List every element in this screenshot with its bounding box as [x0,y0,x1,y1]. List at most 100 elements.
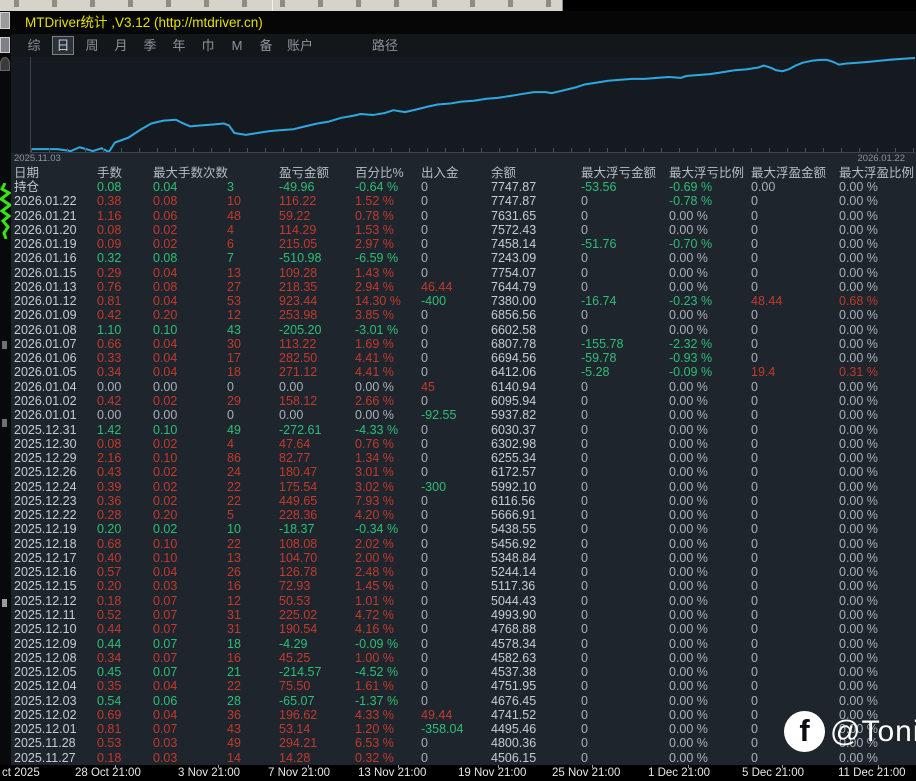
table-cell: 6412.06 [491,365,581,379]
table-cell: 0.00 % [669,579,751,593]
table-row[interactable]: 2025.12.030.540.0628-65.07-1.37 %04676.4… [11,694,916,708]
table-cell: -6.59 % [355,251,421,265]
table-cell: 1.10 [97,323,153,337]
table-cell: 82.77 [279,451,355,465]
table-row[interactable]: 2026.01.020.420.0229158.122.66 %06095.94… [11,394,916,408]
table-cell: 7.93 % [355,494,421,508]
toolbar-button-季[interactable]: 季 [140,37,160,54]
table-row[interactable]: 2025.12.050.450.0721-214.57-4.52 %04537.… [11,665,916,679]
table-cell: 0.10 [153,423,227,437]
table-row[interactable]: 2025.11.270.180.031414.280.32 %04506.150… [11,751,916,765]
table-row[interactable]: 2025.12.120.180.071250.531.01 %05044.430… [11,594,916,608]
table-cell: 0 [581,394,669,408]
table-cell: 0.00 % [355,408,421,422]
table-cell: -3.01 % [355,323,421,337]
table-row[interactable]: 2026.01.220.380.0810116.221.52 %07747.87… [11,194,916,208]
table-cell: 108.08 [279,537,355,551]
table-cell: 0.00 % [669,266,751,280]
table-cell: 2025.12.11 [11,608,97,622]
toolbar-button-path[interactable]: 路径 [370,37,400,54]
toolbar-button-日[interactable]: 日 [53,37,73,54]
table-row[interactable]: 2025.12.160.570.0426126.782.48 %05244.14… [11,565,916,579]
table-row[interactable]: 2025.11.280.530.0349294.216.53 %04800.36… [11,736,916,750]
table-row[interactable]: 2025.12.300.080.02447.640.76 %06302.9800… [11,437,916,451]
table-row[interactable]: 持仓0.080.043-49.96-0.64 %07747.87-53.56-0… [11,180,916,194]
table-cell: 43 [227,722,279,736]
table-row[interactable]: 2025.12.090.440.0718-4.29-0.09 %04578.34… [11,637,916,651]
table-row[interactable]: 2025.12.100.440.0731190.544.16 %04768.88… [11,622,916,636]
table-row[interactable]: 2025.12.040.350.042275.501.61 %04751.950… [11,679,916,693]
toolbar-button-综[interactable]: 综 [24,37,44,54]
table-cell: -92.55 [421,408,491,422]
table-row[interactable]: 2025.12.110.520.0731225.024.72 %04993.90… [11,608,916,622]
table-row[interactable]: 2026.01.120.810.0453923.4414.30 %-400738… [11,294,916,308]
table-row[interactable]: 2026.01.130.760.0827218.352.94 %46.44764… [11,280,916,294]
table-row[interactable]: 2025.12.170.400.1013104.702.00 %05348.84… [11,551,916,565]
watermark: f @Toni [784,711,916,752]
table-cell: 10 [227,522,279,536]
table-row[interactable]: 2026.01.190.090.026215.052.97 %07458.14-… [11,237,916,251]
table-row[interactable]: 2026.01.200.080.024114.291.53 %07572.430… [11,223,916,237]
table-cell: -0.09 % [669,365,751,379]
table-cell: 0 [421,565,491,579]
table-cell: 0.00 % [839,522,916,536]
table-cell: 0.00 % [669,622,751,636]
table-row[interactable]: 2026.01.070.660.0430113.221.69 %06807.78… [11,337,916,351]
table-row[interactable]: 2026.01.211.160.064859.220.78 %07631.650… [11,209,916,223]
toolbar-button-账户[interactable]: 账户 [285,37,315,54]
table-row[interactable]: 2026.01.010.000.0000.000.00 %-92.555937.… [11,408,916,422]
table-cell: 0 [751,522,839,536]
table-cell: 0 [421,337,491,351]
toolbar-button-年[interactable]: 年 [169,37,189,54]
table-cell: 2025.12.17 [11,551,97,565]
equity-chart[interactable] [11,57,916,153]
table-row[interactable]: 2025.12.220.280.205228.364.20 %05666.910… [11,508,916,522]
table-cell: 0.45 [97,665,153,679]
table-cell: -0.23 % [669,294,751,308]
toolbar-separator [272,0,273,11]
table-row[interactable]: 2025.12.180.680.1022108.082.02 %05456.92… [11,537,916,551]
table-cell: 0.02 [153,237,227,251]
table-cell: 2025.12.12 [11,594,97,608]
table-row[interactable]: 2026.01.040.000.0000.000.00 %456140.9400… [11,380,916,394]
toolbar-button-备[interactable]: 备 [256,37,276,54]
time-axis-tick [308,765,309,768]
table-cell: 0.00 % [839,394,916,408]
table-row[interactable]: 2025.12.190.200.0210-18.37-0.34 %05438.5… [11,522,916,536]
table-row[interactable]: 2025.12.020.690.0436196.624.33 %49.44474… [11,708,916,722]
table-row[interactable]: 2025.12.230.360.0222449.657.93 %06116.56… [11,494,916,508]
table-cell: -49.96 [279,180,355,194]
table-row[interactable]: 2026.01.060.330.0417282.504.41 %06694.56… [11,351,916,365]
table-cell: -2.32 % [669,337,751,351]
table-cell: 0 [421,237,491,251]
table-cell: 2026.01.04 [11,380,97,394]
table-cell: 113.22 [279,337,355,351]
time-axis-label: 25 Nov 21:00 [552,767,620,779]
table-row[interactable]: 2025.12.260.430.0224180.473.01 %06172.57… [11,465,916,479]
table-row[interactable]: 2026.01.150.290.0413109.281.43 %07754.07… [11,266,916,280]
table-cell: 2.00 % [355,551,421,565]
table-row[interactable]: 2025.12.080.340.071645.251.00 %04582.630… [11,651,916,665]
table-row[interactable]: 2025.12.292.160.108682.771.34 %06255.340… [11,451,916,465]
table-cell: 0.00 % [669,565,751,579]
table-cell: 0 [581,480,669,494]
table-row[interactable]: 2026.01.160.320.087-510.98-6.59 %07243.0… [11,251,916,265]
toolbar-button-周[interactable]: 周 [82,37,102,54]
table-row[interactable]: 2025.12.010.810.074353.141.20 %-358.0444… [11,722,916,736]
table-cell: 0.20 [153,508,227,522]
table-row[interactable]: 2025.12.150.200.031672.931.45 %05117.360… [11,579,916,593]
toolbar-button-巾[interactable]: 巾 [198,37,218,54]
table-cell: 0.08 [97,437,153,451]
toolbar-button-M[interactable]: M [227,37,247,54]
table-cell: 0 [751,280,839,294]
table-row[interactable]: 2025.12.311.420.1049-272.61-4.33 %06030.… [11,423,916,437]
table-row[interactable]: 2025.12.240.390.0222175.543.02 %-3005992… [11,480,916,494]
table-row[interactable]: 2026.01.050.340.0418271.124.41 %06412.06… [11,365,916,379]
table-cell: -400 [421,294,491,308]
toolbar-button-月[interactable]: 月 [111,37,131,54]
table-row[interactable]: 2026.01.090.420.2012253.983.85 %06856.56… [11,308,916,322]
table-cell: 0.66 [97,337,153,351]
table-cell: 7458.14 [491,237,581,251]
table-cell: 0.00 % [839,209,916,223]
table-row[interactable]: 2026.01.081.100.1043-205.20-3.01 %06602.… [11,323,916,337]
